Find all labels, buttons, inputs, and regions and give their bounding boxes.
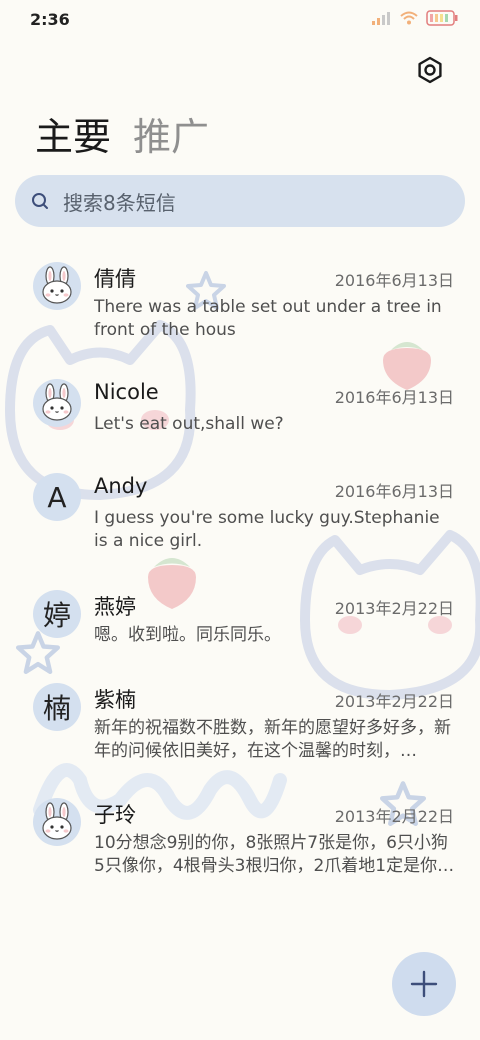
- settings-button[interactable]: [414, 54, 446, 86]
- message-preview: 10分想念9别的你，8张照片7张是你，6只小狗5只像你，4根骨头3根归你，2爪着…: [94, 833, 455, 876]
- bunny-avatar-icon: [42, 266, 72, 304]
- contact-name: 紫楠: [94, 688, 136, 712]
- settings-icon: [418, 56, 442, 84]
- tab-promotions[interactable]: 推广: [133, 106, 209, 161]
- contact-name: Andy: [94, 474, 148, 498]
- avatar: [33, 379, 81, 427]
- tab-primary[interactable]: 主要: [35, 106, 111, 161]
- message-date: 2013年2月22日: [334, 599, 454, 618]
- message-preview: 嗯。收到啦。同乐同乐。: [94, 625, 281, 645]
- message-date: 2016年6月13日: [334, 388, 454, 407]
- avatar: 楠: [33, 683, 81, 731]
- status-icons: [372, 10, 458, 26]
- contact-name: 子玲: [94, 803, 136, 827]
- status-bar: 2:36: [0, 0, 480, 40]
- bunny-avatar-icon: [42, 802, 72, 840]
- avatar: [33, 262, 81, 310]
- compose-button[interactable]: [392, 952, 456, 1016]
- message-date: 2016年6月13日: [334, 271, 454, 290]
- message-preview: There was a table set out under a tree i…: [94, 297, 442, 340]
- avatar: [33, 798, 81, 846]
- contact-name: 燕婷: [94, 595, 136, 619]
- contact-name: 倩倩: [94, 267, 136, 291]
- message-date: 2013年2月22日: [334, 692, 454, 711]
- bunny-avatar-icon: [42, 383, 72, 421]
- search-icon: [32, 193, 48, 209]
- search-placeholder: 搜索8条短信: [63, 190, 176, 215]
- status-time: 2:36: [30, 10, 70, 29]
- plus-icon: [410, 970, 438, 998]
- message-preview: I guess you're some lucky guy.Stephanie …: [94, 508, 440, 551]
- signal-icon: [372, 12, 390, 25]
- message-preview: 新年的祝福数不胜数，新年的愿望好多好多，新年的问候依旧美好，在这个温馨的时刻，…: [94, 718, 451, 761]
- avatar: A: [33, 473, 81, 521]
- message-date: 2013年2月22日: [334, 807, 454, 826]
- wallpaper-strawberry-2: [148, 558, 196, 609]
- message-preview: Let's eat out,shall we?: [94, 414, 284, 434]
- message-tabs: 主要 推广: [35, 106, 209, 161]
- avatar: 婷: [33, 590, 81, 638]
- wifi-icon: [400, 11, 418, 25]
- contact-name: Nicole: [94, 380, 159, 404]
- message-date: 2016年6月13日: [334, 482, 454, 501]
- search-bar[interactable]: 搜索8条短信: [15, 175, 465, 227]
- battery-icon: [426, 10, 458, 26]
